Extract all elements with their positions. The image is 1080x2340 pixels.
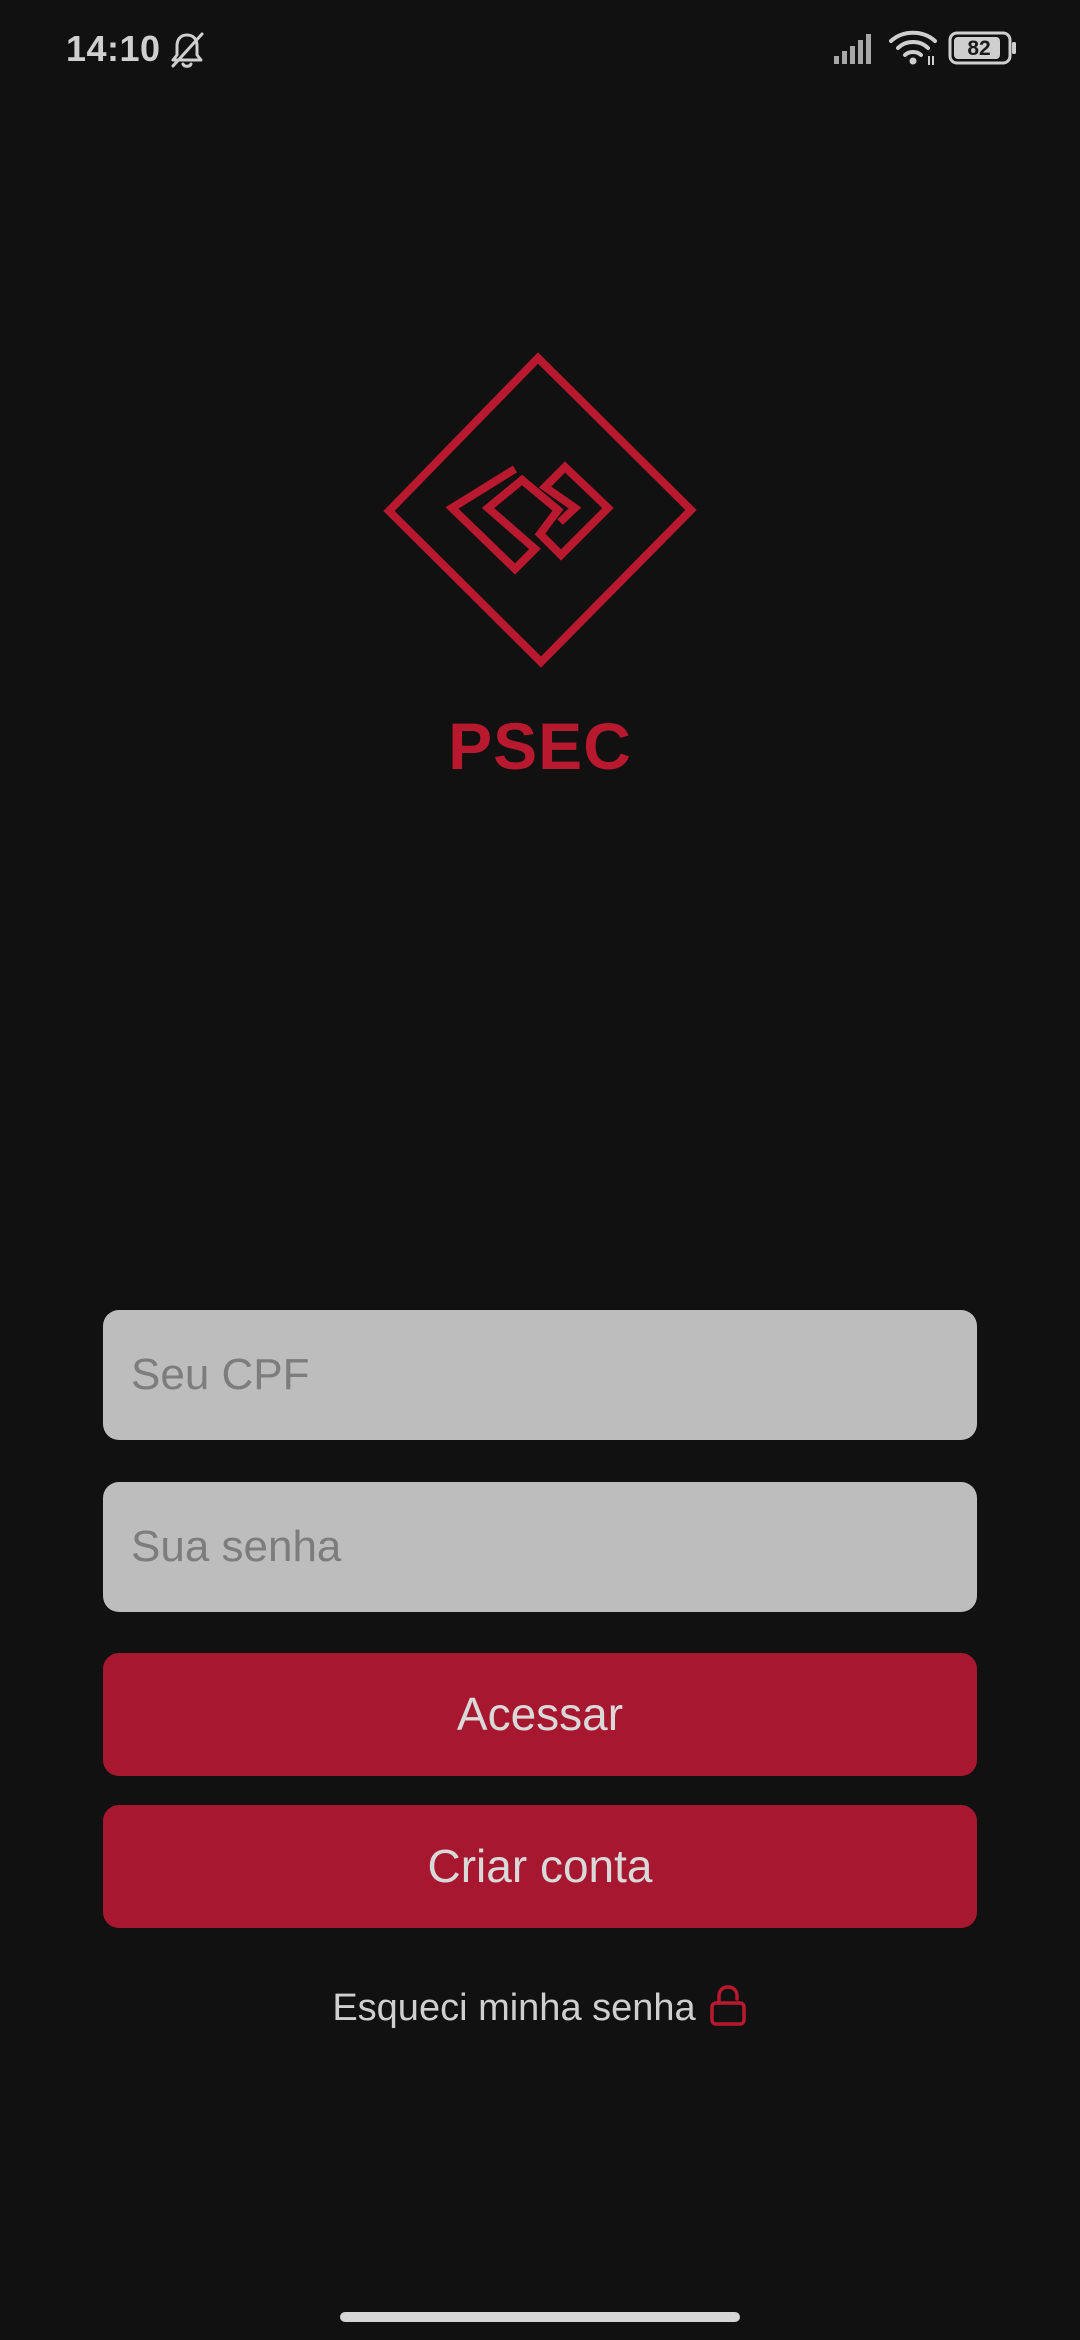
create-account-button[interactable]: Criar conta — [103, 1805, 977, 1928]
access-button[interactable]: Acessar — [103, 1653, 977, 1776]
cpf-input[interactable] — [103, 1310, 977, 1440]
brand-name: PSEC — [448, 709, 632, 783]
forgot-password-link[interactable]: Esqueci minha senha — [0, 1978, 1080, 2036]
psec-diamond-logo — [383, 352, 697, 668]
status-bar: 14:10 82 — [0, 0, 1080, 100]
status-time: 14:10 — [66, 28, 161, 69]
bell-off-icon — [171, 32, 204, 68]
lock-icon — [709, 1985, 746, 2026]
login-screen: 14:10 82 PSEC Seu CPF Acessar Criar cont… — [0, 0, 1080, 2340]
forgot-password-label: Esqueci minha senha — [332, 1986, 696, 2029]
wifi-icon — [889, 30, 937, 65]
signal-icon — [834, 34, 871, 64]
home-indicator[interactable] — [340, 2312, 740, 2322]
battery-level: 82 — [967, 37, 991, 60]
password-input[interactable] — [103, 1482, 977, 1612]
